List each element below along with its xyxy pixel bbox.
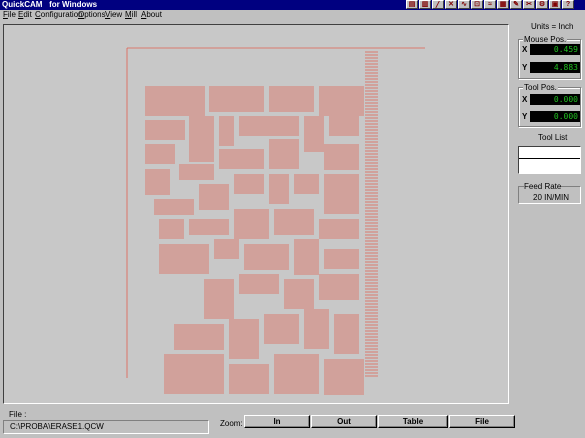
- menu-options[interactable]: Options: [78, 10, 106, 20]
- menu-view[interactable]: View: [105, 10, 122, 20]
- menu-edit[interactable]: Edit: [18, 10, 32, 20]
- mouse-y-value: 4.883: [530, 62, 580, 73]
- mill-tool-icon[interactable]: ▦: [497, 0, 509, 9]
- drill-tool-icon[interactable]: ⊡: [471, 0, 483, 9]
- settings-tool-icon[interactable]: ⚙: [536, 0, 548, 9]
- tool-pos-label: Tool Pos.: [523, 83, 558, 92]
- erase-tool-icon[interactable]: ✂: [523, 0, 535, 9]
- paint-tool-icon[interactable]: ✎: [510, 0, 522, 9]
- curve-tool-icon[interactable]: ∿: [458, 0, 470, 9]
- menu-configuration[interactable]: Configuration: [35, 10, 83, 20]
- zoom-label: Zoom:: [220, 419, 243, 428]
- feed-rate-value: 20 IN/MIN: [533, 193, 570, 202]
- help-tool-icon[interactable]: ?: [562, 0, 574, 9]
- feed-rate-group: Feed Rate 20 IN/MIN: [518, 182, 581, 204]
- units-label: Units = Inch: [531, 22, 574, 31]
- mouse-pos-label: Mouse Pos.: [523, 35, 568, 44]
- cross-tool-icon[interactable]: ✕: [445, 0, 457, 9]
- file-button[interactable]: File: [449, 415, 515, 428]
- zoom-out-button[interactable]: Out: [311, 415, 377, 428]
- title-bar: QuickCAM for Windows ▤ ▥ ╱ ✕ ∿ ⊡ ≈ ▦ ✎ ✂…: [0, 0, 585, 10]
- file-path: C:\PROBA\ERASE1.QCW: [10, 422, 104, 431]
- mouse-x-value: 0.459: [530, 44, 580, 55]
- tool-list-label: Tool List: [538, 133, 568, 142]
- zoom-in-button[interactable]: In: [244, 415, 310, 428]
- tool-list[interactable]: [518, 146, 581, 174]
- tool-y-label: Y: [522, 112, 528, 121]
- line-tool-icon[interactable]: ╱: [432, 0, 444, 9]
- layers-tool-icon[interactable]: ▣: [549, 0, 561, 9]
- path-tool-icon[interactable]: ≈: [484, 0, 496, 9]
- open-icon[interactable]: ▤: [406, 0, 418, 9]
- toolpath-drawing: [126, 47, 425, 395]
- file-label: File :: [9, 410, 27, 419]
- tool-x-label: X: [522, 95, 528, 104]
- menu-mill[interactable]: Mill: [125, 10, 137, 20]
- menu-file[interactable]: File: [3, 10, 16, 20]
- save-icon[interactable]: ▥: [419, 0, 431, 9]
- toolpath-lines: [126, 47, 425, 395]
- table-button[interactable]: Table: [378, 415, 448, 428]
- mouse-x-label: X: [522, 45, 528, 54]
- drawing-canvas[interactable]: [3, 24, 509, 404]
- window-title: QuickCAM for Windows: [2, 0, 98, 9]
- menu-about[interactable]: About: [141, 10, 162, 20]
- feed-rate-label: Feed Rate: [524, 182, 562, 191]
- file-path-box: C:\PROBA\ERASE1.QCW: [3, 420, 209, 434]
- mouse-y-label: Y: [522, 63, 528, 72]
- menu-bar: File Edit Configuration Options View Mil…: [0, 10, 585, 20]
- tool-list-divider: [519, 158, 580, 159]
- tool-y-value: 0.000: [530, 111, 580, 122]
- tool-x-value: 0.000: [530, 94, 580, 105]
